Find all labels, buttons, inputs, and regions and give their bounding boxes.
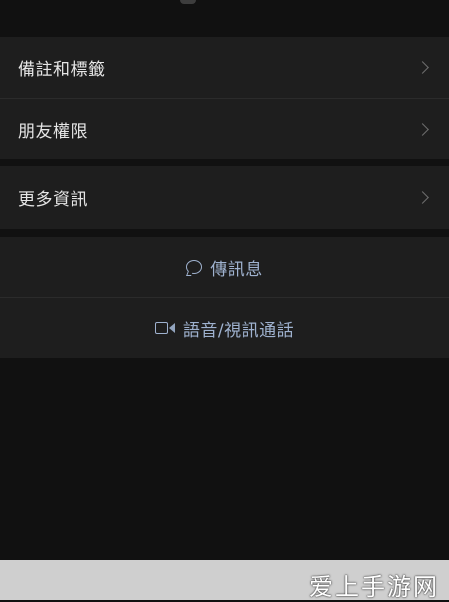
voice-video-call-label: 語音/視訊通話 — [182, 320, 295, 341]
menu-item-friend-permissions[interactable]: 朋友權限 — [0, 99, 449, 159]
voice-video-call-button[interactable]: 語音/視訊通話 — [0, 298, 449, 358]
send-message-label: 傳訊息 — [210, 259, 263, 280]
contact-profile-screen: 備註和標籤 朋友權限 更多資訊 傳訊息 語音/視訊通話 — [0, 0, 449, 560]
chevron-right-icon — [416, 60, 429, 74]
chevron-right-icon — [416, 122, 429, 136]
video-camera-icon — [154, 322, 175, 334]
actions-section: 傳訊息 語音/視訊通話 — [0, 237, 449, 358]
settings-section-secondary: 更多資訊 — [0, 166, 449, 229]
settings-section-primary: 備註和標籤 朋友權限 — [0, 37, 449, 159]
menu-item-more-info[interactable]: 更多資訊 — [0, 167, 449, 227]
menu-item-label: 備註和標籤 — [18, 59, 106, 80]
chat-bubble-icon — [186, 260, 203, 274]
watermark-band: 爱上手游网 — [0, 560, 449, 601]
menu-item-label: 朋友權限 — [18, 121, 88, 142]
top-fragment — [180, 0, 196, 4]
menu-item-label: 更多資訊 — [18, 189, 88, 210]
send-message-button[interactable]: 傳訊息 — [0, 237, 449, 297]
watermark: 爱上手游网 — [309, 573, 439, 601]
menu-item-notes-and-tags[interactable]: 備註和標籤 — [0, 37, 449, 97]
chevron-right-icon — [416, 190, 429, 204]
